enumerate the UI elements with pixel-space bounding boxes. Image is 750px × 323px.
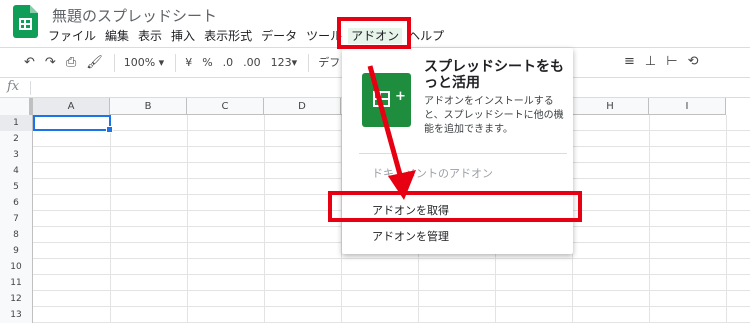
arrow-head [388, 170, 416, 200]
arrow-shaft [367, 65, 405, 183]
pointer-arrow [367, 65, 416, 200]
